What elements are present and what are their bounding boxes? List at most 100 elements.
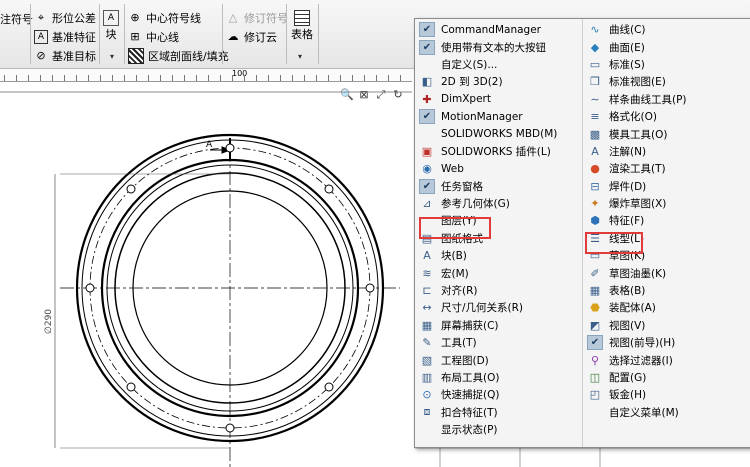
menu-item-right-10[interactable]: ✦ 爆炸草图(X) <box>583 195 750 212</box>
menu-item-label: 样条曲线工具(P) <box>609 93 687 106</box>
menu-item-right-5[interactable]: ≡ 格式化(O) <box>583 108 750 125</box>
ruler-tick <box>172 75 173 81</box>
menu-item-left-19[interactable]: ▧ 工程图(D) <box>415 351 583 368</box>
ruler-tick <box>340 75 341 81</box>
geometric-tolerance-button[interactable]: ⌖ 形位公差 <box>34 9 96 27</box>
table-icon: ▦ <box>589 284 601 298</box>
menu-item-label: 工具(T) <box>441 337 477 350</box>
bolt-hole <box>225 143 235 153</box>
menu-item-label: 宏(M) <box>441 267 469 280</box>
menu-item-right-11[interactable]: ⬢ 特征(F) <box>583 212 750 229</box>
revision-cloud-button[interactable]: ☁ 修订云 <box>226 28 278 46</box>
revision-symbol-button[interactable]: △ 修订符号 <box>226 9 288 27</box>
menu-item-right-6[interactable]: ▩ 模具工具(O) <box>583 125 750 142</box>
menu-item-left-21[interactable]: ⊙ 快速捕捉(Q) <box>415 386 583 403</box>
menu-item-label: 视图(V) <box>609 319 646 332</box>
datum-feature-label: 基准特征 <box>52 31 96 44</box>
tools-icon: ✎ <box>422 336 432 350</box>
menu-item-left-10[interactable]: ⊿ 参考几何体(G) <box>415 195 583 212</box>
menu-item-label: 标准(S) <box>609 58 645 71</box>
centerline-label: 中心线 <box>146 31 179 44</box>
ruler-tick <box>148 75 149 81</box>
ruler-tick <box>256 75 257 81</box>
curve-icon: ∿ <box>590 23 600 37</box>
menu-item-right-15[interactable]: ▦ 表格(B) <box>583 282 750 299</box>
menu-item-left-8[interactable]: ◉ Web <box>415 160 583 177</box>
quick-snap-icon: ⊙ <box>422 388 432 402</box>
block-dropdown-arrow[interactable]: ▾ <box>110 52 114 61</box>
menu-item-right-17[interactable]: ◩ 视图(V) <box>583 317 750 334</box>
table-dropdown-arrow[interactable]: ▾ <box>298 52 302 61</box>
ruler-tick <box>316 75 317 81</box>
menu-item-right-21[interactable]: ◰ 钣金(H) <box>583 386 750 403</box>
menu-item-left-18[interactable]: ✎ 工具(T) <box>415 334 583 351</box>
menu-item-right-3[interactable]: ❒ 标准视图(E) <box>583 73 750 90</box>
menu-item-right-20[interactable]: ◫ 配置(G) <box>583 369 750 386</box>
ruler: 100 <box>0 69 412 82</box>
format-icon: ≡ <box>590 110 600 124</box>
menu-item-left-4[interactable]: ✚ DimXpert <box>415 91 583 108</box>
menu-item-label: 装配体(A) <box>609 302 656 315</box>
bolt-hole <box>324 382 334 392</box>
annotation-symbol-button[interactable]: 注符号 <box>0 10 33 28</box>
menu-item-left-5[interactable]: ✔ MotionManager <box>415 108 583 125</box>
menu-item-left-0[interactable]: ✔ CommandManager <box>415 21 583 38</box>
view-icon: ◩ <box>589 318 601 332</box>
menu-item-left-22[interactable]: ⧈ 扣合特征(T) <box>415 404 583 421</box>
standard-views-icon: ❒ <box>590 75 600 89</box>
menu-item-label: 视图(前导)(H) <box>609 337 676 350</box>
menu-item-right-19[interactable]: ⚲ 选择过滤器(I) <box>583 351 750 368</box>
menu-item-right-2[interactable]: ▭ 标准(S) <box>583 56 750 73</box>
table-button[interactable]: 表格 <box>291 10 313 42</box>
menu-item-right-14[interactable]: ✐ 草图油墨(K) <box>583 264 750 281</box>
area-hatch-button[interactable]: 区域剖面线/填充 <box>128 47 229 65</box>
menu-item-left-6[interactable]: SOLIDWORKS MBD(M) <box>415 125 583 142</box>
ruler-tick <box>268 75 269 81</box>
menu-item-right-1[interactable]: ◆ 曲面(E) <box>583 38 750 55</box>
revision-cloud-icon: ☁ <box>227 30 239 43</box>
menu-item-left-14[interactable]: ≋ 宏(M) <box>415 264 583 281</box>
menu-item-left-7[interactable]: ▣ SOLIDWORKS 插件(L) <box>415 143 583 160</box>
menu-item-right-18[interactable]: ✔ 视图(前导)(H) <box>583 334 750 351</box>
menu-item-label: 选择过滤器(I) <box>609 354 673 367</box>
fastening-icon: ⧈ <box>423 405 431 419</box>
ruler-tick <box>28 75 29 81</box>
bolt-hole <box>225 423 235 433</box>
block-button[interactable]: A 块 <box>103 10 119 42</box>
datum-target-button[interactable]: ⊘ 基准目标 <box>34 47 96 65</box>
menu-item-left-15[interactable]: ⊏ 对齐(R) <box>415 282 583 299</box>
menu-item-label: 曲线(C) <box>609 24 646 37</box>
menu-item-right-9[interactable]: ⊟ 焊件(D) <box>583 178 750 195</box>
addins-icon: ▣ <box>421 144 433 158</box>
bolt-hole <box>126 184 136 194</box>
menu-item-right-8[interactable]: ● 渲染工具(T) <box>583 160 750 177</box>
menu-item-right-16[interactable]: ⬣ 装配体(A) <box>583 299 750 316</box>
block-icon: A <box>423 249 431 263</box>
menu-item-right-7[interactable]: A 注解(N) <box>583 143 750 160</box>
menu-item-left-20[interactable]: ▥ 布局工具(O) <box>415 369 583 386</box>
ruler-tick <box>292 75 293 81</box>
datum-feature-button[interactable]: A 基准特征 <box>34 28 96 46</box>
centerline-button[interactable]: ⊞ 中心线 <box>128 28 179 46</box>
menu-item-right-22[interactable]: 自定义菜单(M) <box>583 404 750 421</box>
diameter-dimension-text: ∅290 <box>44 309 54 334</box>
center-mark-button[interactable]: ⊕ 中心符号线 <box>128 9 201 27</box>
menu-item-left-17[interactable]: ▦ 屏幕捕获(C) <box>415 317 583 334</box>
menu-item-left-9[interactable]: ✔ 任务窗格 <box>415 178 583 195</box>
layout-tools-icon: ▥ <box>421 371 433 384</box>
weldments-icon: ⊟ <box>590 179 600 193</box>
menu-item-right-0[interactable]: ∿ 曲线(C) <box>583 21 750 38</box>
ruler-tick <box>328 75 329 81</box>
menu-item-left-13[interactable]: A 块(B) <box>415 247 583 264</box>
menu-item-left-1[interactable]: ✔ 使用带有文本的大按钮 <box>415 38 583 55</box>
menu-item-left-16[interactable]: ↔ 尺寸/几何关系(R) <box>415 299 583 316</box>
spline-tools-icon: ∼ <box>590 92 600 106</box>
menu-item-left-2[interactable]: 自定义(S)... <box>415 56 583 73</box>
menu-item-label: 格式化(O) <box>609 111 657 124</box>
menu-item-left-3[interactable]: ◧ 2D 到 3D(2) <box>415 73 583 90</box>
menu-item-left-23[interactable]: 显示状态(P) <box>415 421 583 438</box>
sketch-ink-icon: ✐ <box>590 266 600 280</box>
menu-item-right-4[interactable]: ∼ 样条曲线工具(P) <box>583 91 750 108</box>
dimension-icon: ↔ <box>422 301 432 315</box>
datum-feature-icon: A <box>34 30 48 44</box>
